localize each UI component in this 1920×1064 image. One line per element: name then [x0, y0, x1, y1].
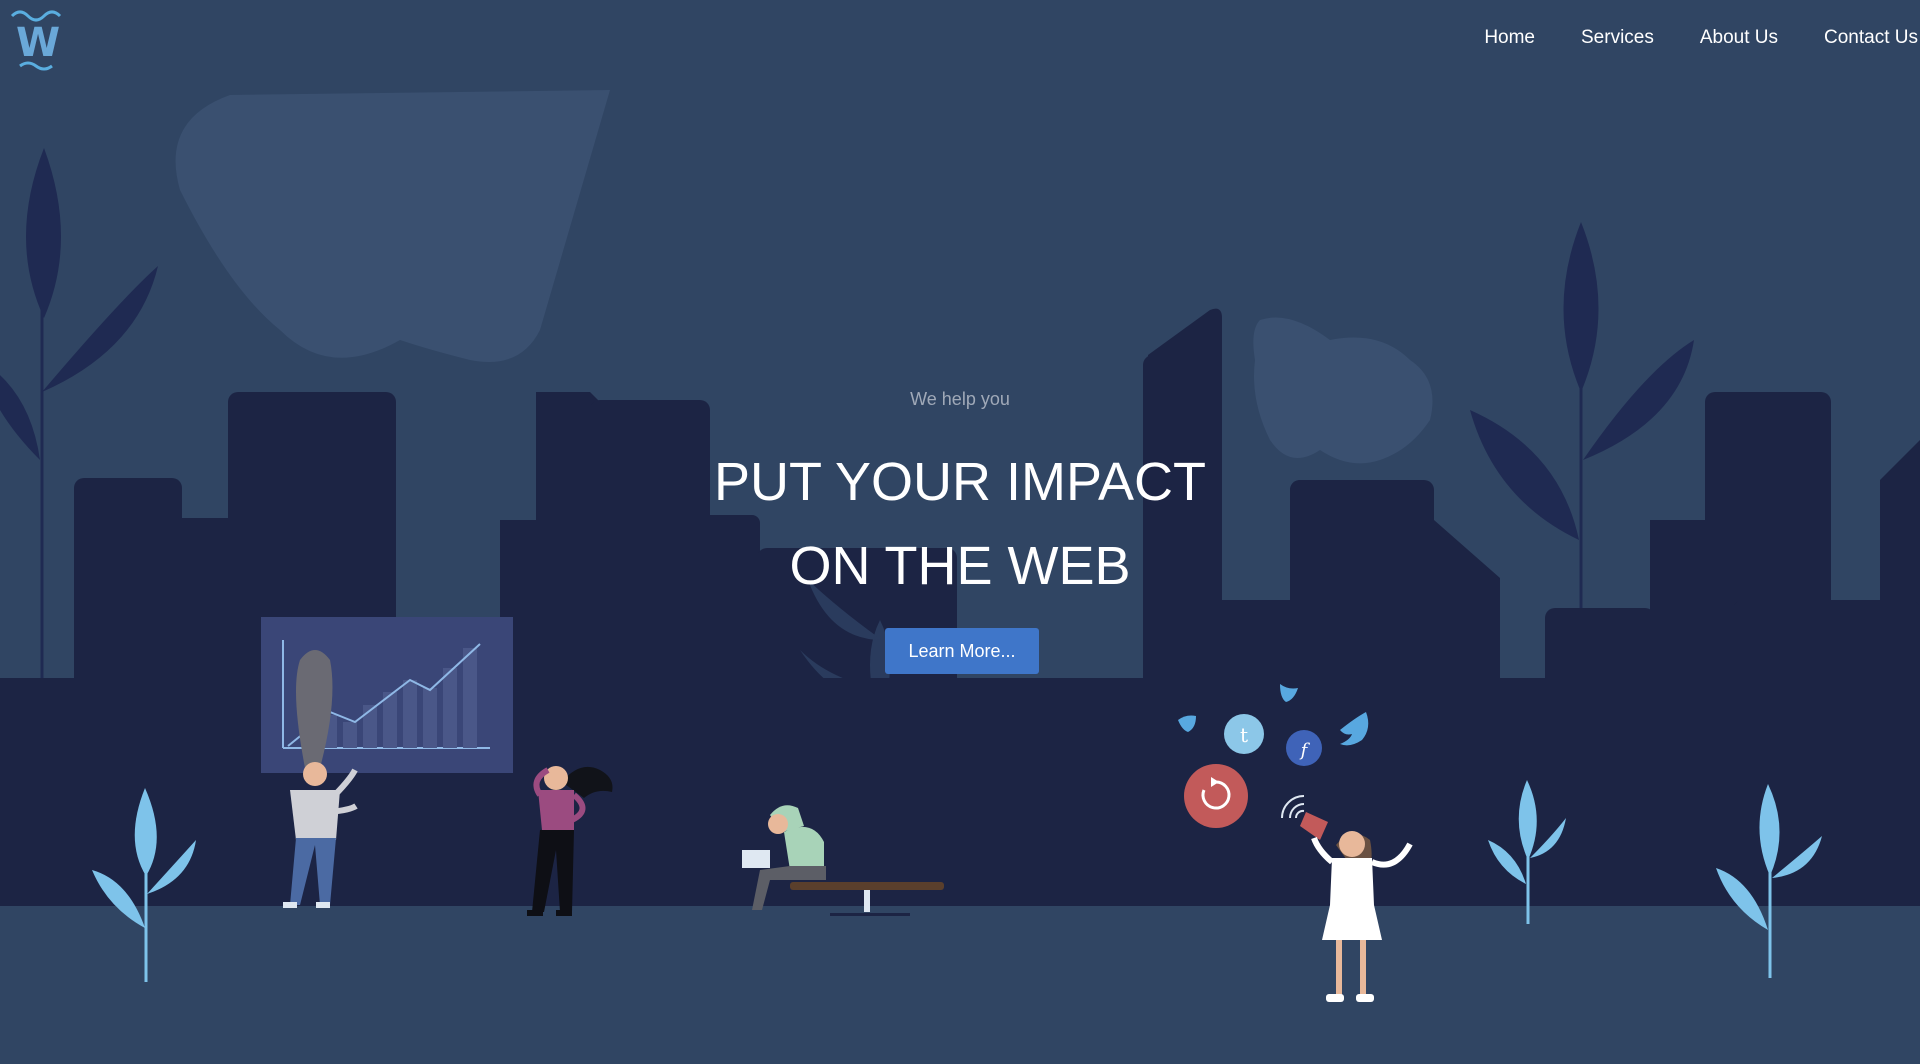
nav-contact-us[interactable]: Contact Us	[1824, 27, 1918, 49]
left-building-base	[0, 678, 75, 768]
svg-text:t: t	[1240, 723, 1248, 747]
learn-more-button[interactable]: Learn More...	[885, 628, 1039, 674]
nav-home[interactable]: Home	[1484, 27, 1535, 49]
page: t f W Home Services About Us Contact Us …	[0, 0, 1920, 1064]
hero-headline-line-2: ON THE WEB	[789, 536, 1131, 596]
logo[interactable]: W	[8, 6, 68, 72]
main-nav: Home Services About Us Contact Us	[1438, 24, 1918, 52]
background-blob-left	[175, 90, 611, 362]
hero-tagline: We help you	[910, 389, 1010, 409]
logo-letter: W	[16, 20, 60, 66]
nav-about-us[interactable]: About Us	[1700, 27, 1778, 49]
hero-headline: PUT YOUR IMPACT ON THE WEB	[0, 440, 1920, 608]
hero-headline-line-1: PUT YOUR IMPACT	[713, 452, 1207, 512]
refresh-icon	[1184, 764, 1248, 828]
hero-section: t f W Home Services About Us Contact Us …	[0, 0, 1920, 1064]
nav-services[interactable]: Services	[1581, 27, 1654, 49]
foreground-floor	[0, 906, 1920, 1064]
